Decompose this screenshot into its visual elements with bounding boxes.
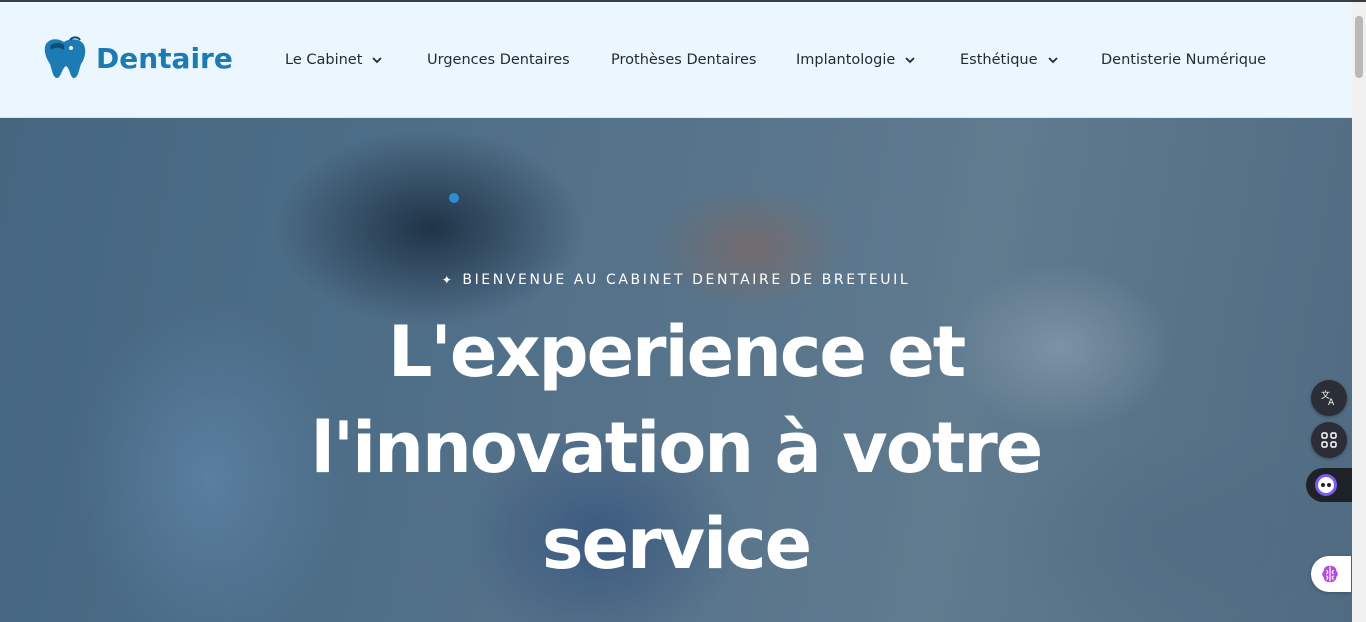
assistant-button[interactable] [1306,468,1352,502]
chevron-down-icon [905,57,915,64]
nav-item-le-cabinet[interactable]: Le Cabinet [285,48,383,72]
scrollbar-thumb[interactable] [1355,16,1363,78]
hero-headline-line: L'experience et [387,311,966,393]
hero-subtitle-text: BIENVENUE AU CABINET DENTAIRE DE BRETEUI… [462,272,911,288]
nav-item-label: Esthétique [960,52,1038,68]
nav-item-label: Prothèses Dentaires [611,52,757,68]
hero-content: ✦ BIENVENUE AU CABINET DENTAIRE DE BRETEU… [0,118,1352,622]
page-scrollbar[interactable] [1352,2,1366,622]
sparkle-icon: ✦ [441,273,455,287]
nav-item-protheses-dentaires[interactable]: Prothèses Dentaires [611,48,756,72]
hero-headline-line: l'innovation à votre [310,407,1044,489]
translate-button[interactable]: 文 A [1311,380,1347,416]
site-header: Dentaire Le Cabinet Urgences Dentaires P… [0,2,1352,118]
nav-item-label: Le Cabinet [285,52,363,68]
nav-item-label: Implantologie [796,52,896,68]
hero-section: ✦ BIENVENUE AU CABINET DENTAIRE DE BRETEU… [0,118,1352,622]
chevron-down-icon [1047,57,1058,64]
chevron-down-icon [372,57,383,64]
site-logo[interactable]: Dentaire [40,36,233,80]
brain-icon [1322,565,1338,583]
apps-button[interactable] [1311,422,1347,458]
nav-item-esthetique[interactable]: Esthétique [960,48,1059,72]
nav-item-urgences-dentaires[interactable]: Urgences Dentaires [427,48,570,72]
tooth-icon [44,36,86,78]
hero-headline-line: service [541,503,812,585]
logo-text: Dentaire [96,41,233,75]
hero-headline: L'experience et l'innovation à votre ser… [226,304,1126,592]
translate-icon: 文 A [1321,389,1335,408]
hero-subtitle: ✦ BIENVENUE AU CABINET DENTAIRE DE BRETEU… [0,272,1352,288]
ai-brain-button[interactable] [1311,556,1351,592]
nav-item-implantologie[interactable]: Implantologie [796,48,916,72]
nav-item-label: Dentisterie Numérique [1101,52,1267,68]
nav-item-dentisterie-numerique[interactable]: Dentisterie Numérique [1101,48,1266,72]
nav-item-label: Urgences Dentaires [427,52,570,68]
apps-grid-icon [1321,432,1337,448]
svg-text:A: A [1328,398,1335,408]
assistant-face-icon [1315,474,1337,496]
